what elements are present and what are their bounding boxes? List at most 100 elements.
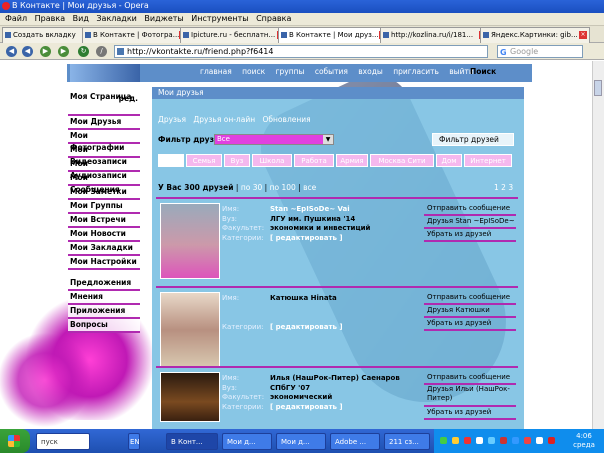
send-message-button[interactable]: Отправить сообщение bbox=[424, 292, 516, 305]
per-page-30[interactable]: по 30 bbox=[241, 183, 262, 192]
taskbar-item-folder-2[interactable]: Мои д... bbox=[276, 433, 326, 450]
taskbar-item-other[interactable]: 211 сз... bbox=[384, 433, 430, 450]
taskbar-lang[interactable]: EN bbox=[128, 433, 140, 450]
tab-ipicture[interactable]: Ipicture.ru - бесплатн... × bbox=[180, 27, 288, 43]
clock[interactable]: 4:06 среда bbox=[566, 432, 602, 450]
menu-my-page[interactable]: Моя Страница ред. bbox=[68, 92, 140, 116]
category-internet[interactable]: Интернет bbox=[464, 154, 512, 167]
friend-university[interactable]: СПбГУ '07 bbox=[270, 384, 310, 392]
page-3[interactable]: 3 bbox=[508, 183, 513, 192]
friends-of-friend-link[interactable]: Друзья Ильи (НашРок-Питер) bbox=[424, 385, 516, 407]
menu-offers[interactable]: Предложения bbox=[68, 277, 140, 291]
filter-button[interactable]: Фильтр друзей bbox=[432, 133, 514, 146]
category-blank[interactable] bbox=[158, 154, 184, 167]
back-icon[interactable]: ◀ bbox=[6, 46, 17, 57]
tray-icon[interactable] bbox=[524, 437, 531, 444]
menu-my-settings[interactable]: Мои Настройки bbox=[68, 256, 140, 270]
menu-my-events[interactable]: Мои Встречи bbox=[68, 214, 140, 228]
friend-faculty[interactable]: экономический bbox=[270, 393, 332, 401]
send-message-button[interactable]: Отправить сообщение bbox=[424, 372, 516, 385]
nav-home[interactable]: главная bbox=[200, 67, 232, 76]
nav-invite[interactable]: пригласить bbox=[393, 67, 439, 76]
friend-name[interactable]: Катюшка Hinata bbox=[270, 294, 337, 302]
taskbar-item-opera[interactable]: В Конт... bbox=[166, 433, 218, 450]
nav-search-link[interactable]: Поиск bbox=[470, 67, 496, 76]
menu-questions[interactable]: Вопросы bbox=[68, 319, 140, 333]
remove-friend-button[interactable]: Убрать из друзей bbox=[424, 318, 516, 331]
remove-friend-button[interactable]: Убрать из друзей bbox=[424, 407, 516, 420]
rewind-icon[interactable]: ◀ bbox=[22, 46, 33, 57]
nav-entries[interactable]: входы bbox=[358, 67, 383, 76]
close-icon[interactable]: × bbox=[579, 31, 587, 39]
menu-view[interactable]: Вид bbox=[73, 14, 89, 23]
tab-vk-friends[interactable]: В Контакте | Мои друз... × bbox=[278, 27, 390, 43]
friend-photo[interactable] bbox=[160, 203, 220, 279]
per-page-all[interactable]: все bbox=[303, 183, 316, 192]
remove-friend-button[interactable]: Убрать из друзей bbox=[424, 229, 516, 242]
friend-faculty[interactable]: экономики и инвестиций bbox=[270, 224, 370, 232]
search-field[interactable]: G Google bbox=[497, 45, 583, 58]
menu-my-friends[interactable]: Мои Друзья bbox=[68, 116, 140, 130]
volume-icon[interactable] bbox=[536, 437, 543, 444]
tab-updates[interactable]: Обновления bbox=[263, 115, 311, 124]
menu-my-bookmarks[interactable]: Мои Закладки bbox=[68, 242, 140, 256]
menu-my-photos[interactable]: Мои Фотографии bbox=[68, 130, 140, 152]
page-1[interactable]: 1 bbox=[494, 183, 499, 192]
url-field[interactable]: http://vkontakte.ru/friend.php?f6414 bbox=[114, 45, 488, 58]
category-work[interactable]: Работа bbox=[294, 154, 334, 167]
fast-forward-icon[interactable]: ▶ bbox=[58, 46, 69, 57]
category-army[interactable]: Армия bbox=[336, 154, 368, 167]
nav-search[interactable]: поиск bbox=[242, 67, 265, 76]
friend-name[interactable]: Stan ~EpISoDe~ Vai bbox=[270, 205, 350, 213]
taskbar-item-adobe[interactable]: Adobe ... bbox=[330, 433, 380, 450]
tray-icon[interactable] bbox=[440, 437, 447, 444]
category-home[interactable]: Дом bbox=[436, 154, 462, 167]
friend-photo[interactable] bbox=[160, 292, 220, 368]
category-school[interactable]: Школа bbox=[252, 154, 292, 167]
tab-kozlina[interactable]: http://kozlina.ru/i/181... × bbox=[380, 27, 490, 43]
edit-category-link[interactable]: [ редактировать ] bbox=[270, 323, 343, 331]
tab-friends[interactable]: Друзья bbox=[158, 115, 186, 124]
menu-tools[interactable]: Инструменты bbox=[191, 14, 248, 23]
page-scrollbar[interactable] bbox=[592, 61, 604, 429]
menu-my-news[interactable]: Мои Новости bbox=[68, 228, 140, 242]
reload-icon[interactable]: ↻ bbox=[78, 46, 89, 57]
filter-select[interactable]: Все ▼ bbox=[214, 134, 334, 145]
edit-link[interactable]: ред. bbox=[119, 94, 138, 103]
taskbar-item-folder-1[interactable]: Мои д... bbox=[222, 433, 272, 450]
start-button[interactable] bbox=[0, 429, 30, 453]
friend-photo[interactable] bbox=[160, 372, 220, 422]
category-family[interactable]: Семья bbox=[186, 154, 222, 167]
tab-friends-online[interactable]: Друзья он-лайн bbox=[193, 115, 255, 124]
scrollbar-thumb[interactable] bbox=[594, 80, 602, 96]
menu-my-notes[interactable]: Мои Заметки bbox=[68, 186, 140, 200]
tab-new[interactable]: Создать вкладку bbox=[2, 27, 92, 43]
category-moscow-city[interactable]: Москва Сити bbox=[370, 154, 434, 167]
menu-widgets[interactable]: Виджеты bbox=[144, 14, 183, 23]
taskbar-launcher[interactable]: пуск bbox=[36, 433, 90, 450]
menu-opinions[interactable]: Мнения bbox=[68, 291, 140, 305]
send-message-button[interactable]: Отправить сообщение bbox=[424, 203, 516, 216]
tray-icon[interactable] bbox=[500, 437, 507, 444]
tray-icon[interactable] bbox=[488, 437, 495, 444]
per-page-100[interactable]: по 100 bbox=[270, 183, 296, 192]
edit-category-link[interactable]: [ редактировать ] bbox=[270, 234, 343, 242]
tray-icon[interactable] bbox=[476, 437, 483, 444]
tab-yandex[interactable]: Яндекс.Картинки: gib... × bbox=[480, 27, 590, 43]
wand-icon[interactable]: / bbox=[96, 46, 107, 57]
friends-of-friend-link[interactable]: Друзья Катюшки bbox=[424, 305, 516, 318]
tray-icon[interactable] bbox=[512, 437, 519, 444]
friends-of-friend-link[interactable]: Друзья Stan ~EpISoDe~ bbox=[424, 216, 516, 229]
vk-logo[interactable] bbox=[70, 64, 140, 82]
menu-edit[interactable]: Правка bbox=[35, 14, 65, 23]
tray-icon[interactable] bbox=[548, 437, 555, 444]
tray-icon[interactable] bbox=[452, 437, 459, 444]
friend-university[interactable]: ЛГУ им. Пушкина '14 bbox=[270, 215, 355, 223]
menu-help[interactable]: Справка bbox=[256, 14, 291, 23]
category-university[interactable]: Вуз bbox=[224, 154, 250, 167]
edit-category-link[interactable]: [ редактировать ] bbox=[270, 403, 343, 411]
page-2[interactable]: 2 bbox=[501, 183, 506, 192]
forward-icon[interactable]: ▶ bbox=[40, 46, 51, 57]
tray-icon[interactable] bbox=[464, 437, 471, 444]
tab-vk-photos[interactable]: В Контакте | Фотогра... × bbox=[82, 27, 190, 43]
